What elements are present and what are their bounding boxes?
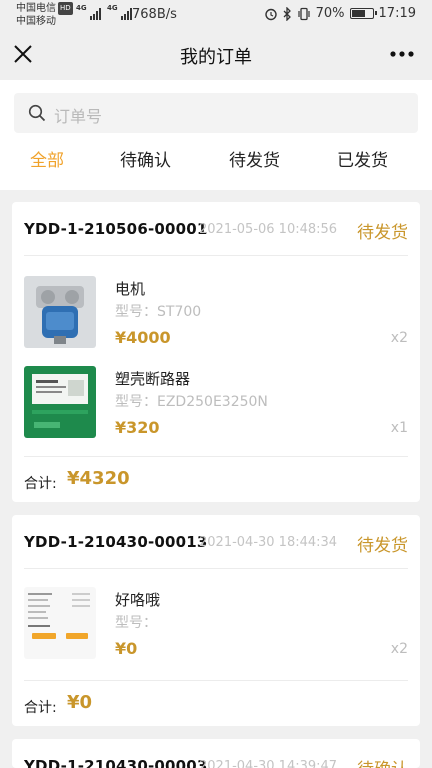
circuit-breaker-box-image (24, 366, 96, 438)
vibrate-icon (298, 7, 310, 20)
carrier-info: 中国电信 HD 中国移动 (16, 2, 73, 28)
order-time: 2021-05-06 10:48:56 (199, 222, 338, 237)
total-label: 合计: (24, 700, 57, 716)
header-area: 订单号 全部 待确认 待发货 已发货 (0, 80, 432, 190)
item-model: 型号： (115, 615, 157, 631)
order-header: YDD-1-210430-00013 2021-04-30 18:44:34 待… (24, 515, 408, 569)
signal-icons: 4G 4G (76, 4, 132, 20)
item-name: 好咯哦 (115, 591, 161, 609)
search-icon (28, 104, 46, 122)
order-item[interactable]: 电机 型号：ST700 ¥4000 x2 (24, 276, 408, 350)
battery-fill (351, 10, 365, 17)
battery-percent: 70% (315, 6, 345, 21)
carrier-2: 中国移动 (16, 16, 56, 27)
order-time: 2021-04-30 18:44:34 (199, 535, 338, 550)
total-label: 合计: (24, 476, 57, 492)
screenshot-thumbnail-image (24, 587, 96, 659)
status-right: 70% 17:19 (264, 6, 416, 21)
hd-badge: HD (58, 2, 73, 15)
order-number: YDD-1-210506-00001 (24, 220, 208, 238)
nav-bar: 我的订单 (0, 30, 432, 80)
order-card[interactable]: YDD-1-210430-00013 2021-04-30 18:44:34 待… (12, 515, 420, 726)
order-footer: 合计: ¥4320 (24, 456, 408, 502)
search-placeholder: 订单号 (54, 107, 103, 126)
tab-pending-confirm[interactable]: 待确认 (120, 146, 171, 171)
order-item[interactable]: 好咯哦 型号： ¥0 x2 (24, 587, 408, 661)
order-header: YDD-1-210506-00001 2021-05-06 10:48:56 待… (24, 202, 408, 256)
search-input[interactable]: 订单号 (14, 93, 418, 133)
item-name: 塑壳断路器 (115, 370, 191, 388)
item-price: ¥4000 (115, 328, 171, 347)
item-model: 型号：ST700 (115, 304, 202, 320)
order-number: YDD-1-210430-00003 (24, 757, 208, 768)
order-card[interactable]: YDD-1-210506-00001 2021-05-06 10:48:56 待… (12, 202, 420, 502)
total-value: ¥0 (67, 692, 93, 713)
order-time: 2021-04-30 14:39:47 (199, 759, 338, 768)
signal-1-icon: 4G (76, 4, 101, 20)
signal-2-tag: 4G (107, 4, 118, 12)
status-bar: 中国电信 HD 中国移动 4G 4G 768B/s 70% 17:19 (0, 0, 432, 30)
order-status: 待发货 (357, 223, 408, 243)
carrier-1: 中国电信 (16, 3, 56, 14)
battery-icon (349, 8, 377, 19)
order-footer: 合计: ¥0 (24, 680, 408, 726)
order-tabs: 全部 待确认 待发货 已发货 (0, 146, 432, 176)
item-price: ¥0 (115, 639, 138, 658)
item-price: ¥320 (115, 418, 160, 437)
item-model: 型号：EZD250E3250N (115, 394, 268, 410)
signal-1-tag: 4G (76, 4, 87, 12)
total-value: ¥4320 (67, 468, 130, 489)
order-number: YDD-1-210430-00013 (24, 533, 208, 551)
status-time: 17:19 (378, 6, 416, 21)
tab-shipped[interactable]: 已发货 (337, 146, 388, 171)
bluetooth-icon (283, 6, 291, 21)
item-qty: x2 (390, 330, 408, 346)
tab-pending-ship[interactable]: 待发货 (229, 146, 280, 171)
tab-all[interactable]: 全部 (30, 146, 64, 171)
item-qty: x1 (390, 420, 408, 436)
order-header: YDD-1-210430-00003 2021-04-30 14:39:47 待… (24, 739, 408, 768)
order-item[interactable]: 塑壳断路器 型号：EZD250E3250N ¥320 x1 (24, 366, 408, 440)
motor-transmitter-image (24, 276, 96, 348)
order-status: 待发货 (357, 536, 408, 556)
order-card[interactable]: YDD-1-210430-00003 2021-04-30 14:39:47 待… (12, 739, 420, 768)
item-name: 电机 (115, 280, 146, 298)
page-title: 我的订单 (180, 47, 252, 68)
item-qty: x2 (390, 641, 408, 657)
alarm-icon (264, 8, 277, 20)
more-dots-icon[interactable] (388, 43, 416, 65)
net-speed: 768B/s (132, 7, 177, 22)
signal-2-icon: 4G (107, 4, 132, 20)
order-status: 待确认 (357, 755, 408, 768)
